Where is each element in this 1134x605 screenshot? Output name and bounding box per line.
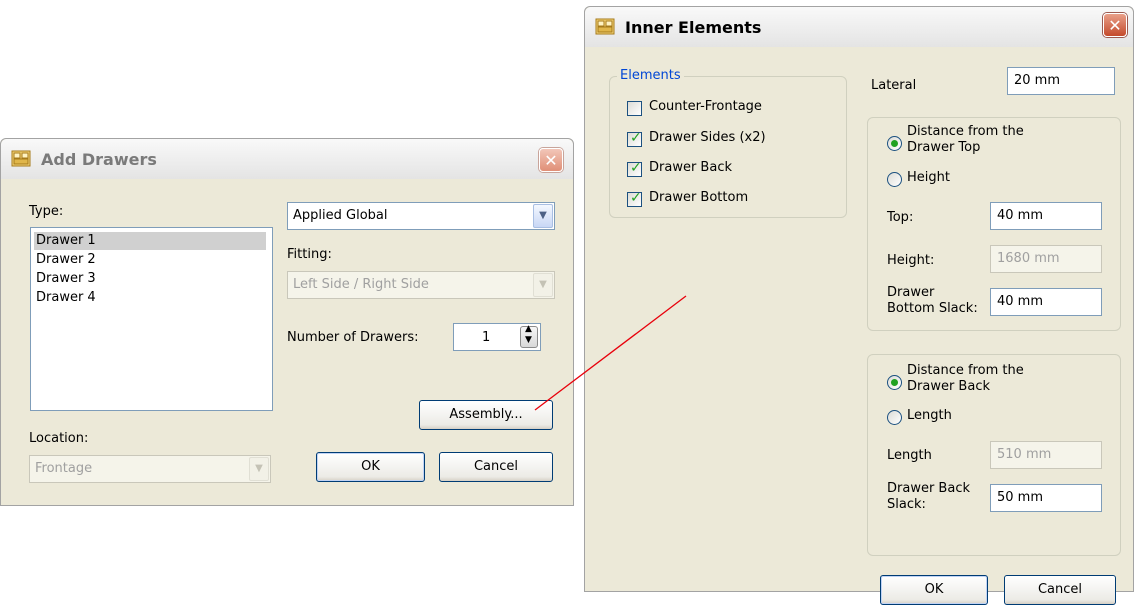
connector-line	[534, 295, 687, 411]
connector-arrow	[534, 295, 687, 411]
